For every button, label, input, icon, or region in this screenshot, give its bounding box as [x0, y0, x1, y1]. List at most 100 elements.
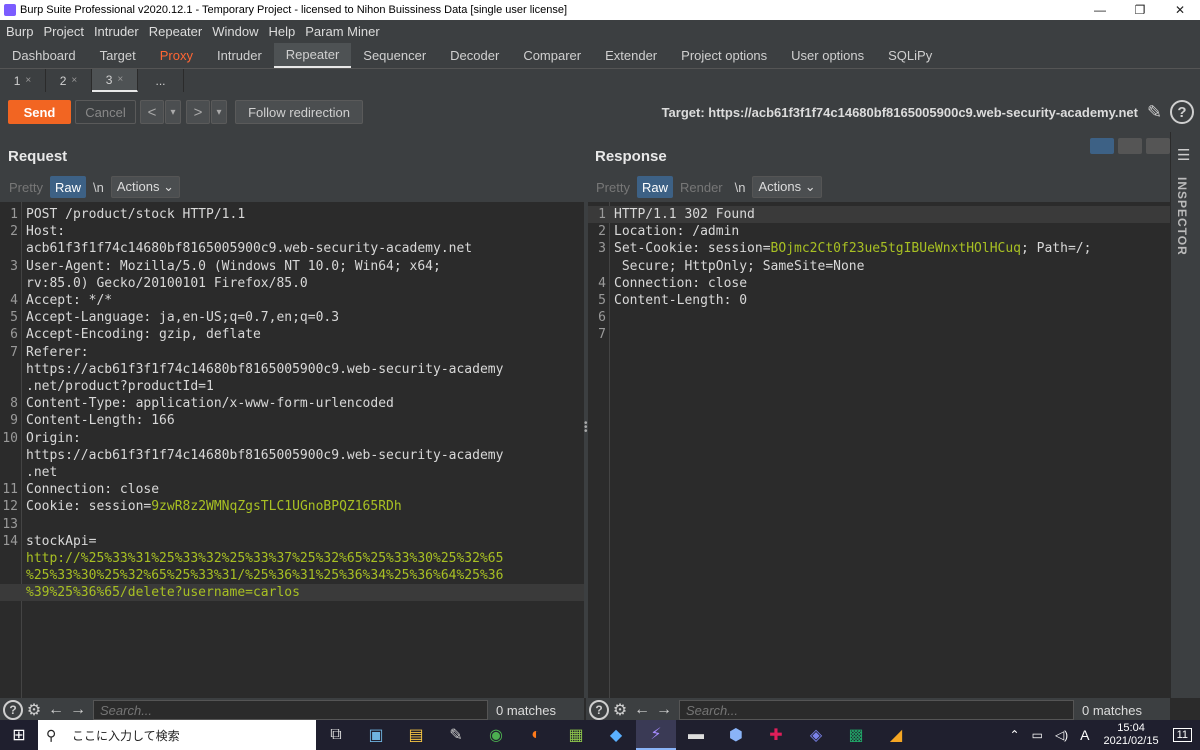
cancel-button[interactable]: Cancel — [75, 100, 136, 124]
line-number: 7 — [10, 344, 18, 360]
request-search-input[interactable] — [93, 700, 488, 720]
menu-repeater[interactable]: Repeater — [149, 24, 202, 39]
tab-dashboard[interactable]: Dashboard — [0, 43, 88, 68]
layout-stacked-icon[interactable] — [1118, 138, 1142, 154]
close-button[interactable]: ✕ — [1160, 0, 1200, 20]
tab-sequencer[interactable]: Sequencer — [351, 43, 438, 68]
request-editor[interactable]: 1 POST /product/stock HTTP/1.1 2 Host: acb61… — [0, 202, 584, 698]
arrow-right-icon[interactable]: → — [653, 699, 675, 721]
tab-project-options[interactable]: Project options — [669, 43, 779, 68]
tab-proxy[interactable]: Proxy — [148, 43, 205, 68]
arrow-right-icon[interactable]: → — [67, 699, 89, 721]
response-line: 3 Set-Cookie: session=BOjmc2Ct0f23ue5tgIB… — [588, 240, 1170, 257]
request-pretty-button[interactable]: Pretty — [4, 176, 48, 198]
line-number: 3 — [598, 241, 606, 257]
firefox-icon[interactable]: ◐ — [516, 720, 556, 750]
gear-icon[interactable]: ⚙ — [609, 699, 631, 721]
forward-button[interactable]: > — [186, 100, 210, 124]
menu-help[interactable]: Help — [268, 24, 295, 39]
request-actions-menu[interactable]: Actions ⌄ — [110, 176, 180, 198]
virtualbox-icon[interactable]: ⬢ — [716, 720, 756, 750]
photos-app-icon[interactable]: ▣ — [356, 720, 396, 750]
response-search-input[interactable] — [679, 700, 1074, 720]
file-explorer-icon[interactable]: ▤ — [396, 720, 436, 750]
line-text: https://acb61f3f1f74c14680bf8165005900c9… — [26, 361, 504, 377]
send-button[interactable]: Send — [8, 100, 71, 124]
response-actions-menu[interactable]: Actions ⌄ — [752, 176, 822, 198]
menu-burp[interactable]: Burp — [6, 24, 33, 39]
response-render-button[interactable]: Render — [675, 176, 728, 198]
app-icon-3[interactable]: ◢ — [876, 720, 916, 750]
help-icon[interactable]: ? — [1170, 100, 1194, 124]
menu-project[interactable]: Project — [43, 24, 83, 39]
slack-icon[interactable]: ✚ — [756, 720, 796, 750]
help-icon[interactable]: ? — [3, 700, 23, 720]
ime-indicator[interactable]: A — [1080, 727, 1089, 743]
arrow-left-icon[interactable]: ← — [631, 699, 653, 721]
back-history-dropdown[interactable]: ▾ — [165, 100, 181, 124]
tab-target[interactable]: Target — [88, 43, 148, 68]
clock[interactable]: 15:04 2021/02/15 — [1104, 722, 1159, 748]
gear-icon[interactable]: ⚙ — [23, 699, 45, 721]
response-newline-button[interactable]: \n — [730, 176, 751, 198]
help-icon[interactable]: ? — [589, 700, 609, 720]
layout-tabs-icon[interactable] — [1146, 138, 1170, 154]
line-number: 3 — [10, 258, 18, 274]
notification-icon[interactable]: 11 — [1172, 728, 1192, 742]
follow-redirection-button[interactable]: Follow redirection — [235, 100, 363, 124]
edit-target-icon[interactable]: ✎ — [1147, 102, 1167, 122]
menu-intruder[interactable]: Intruder — [94, 24, 139, 39]
minimize-button[interactable]: — — [1080, 0, 1120, 20]
response-pretty-button[interactable]: Pretty — [591, 176, 635, 198]
repeater-tab-new[interactable]: ... — [138, 69, 184, 92]
request-line: 3 User-Agent: Mozilla/5.0 (Windows NT 10.… — [0, 258, 584, 275]
tab-close-icon[interactable]: × — [117, 74, 123, 85]
chevron-up-icon[interactable]: ⌃ — [1010, 728, 1020, 742]
chrome-icon[interactable]: ◉ — [476, 720, 516, 750]
inspector-label[interactable]: INSPECTOR — [1175, 177, 1189, 256]
inspector-panel[interactable]: ☰ INSPECTOR — [1170, 132, 1200, 698]
repeater-tab-2[interactable]: 2 × — [46, 69, 92, 92]
line-text: Content-Type: application/x-www-form-url… — [26, 396, 394, 412]
app-icon-2[interactable]: ◆ — [596, 720, 636, 750]
volume-icon[interactable]: ◁) — [1055, 728, 1068, 742]
response-title: Response — [595, 148, 667, 165]
windows-start-icon[interactable]: ⊞ — [0, 720, 38, 750]
terminal-icon[interactable]: ▬ — [676, 720, 716, 750]
tab-decoder[interactable]: Decoder — [438, 43, 511, 68]
taskbar-search[interactable]: ⚲ ここに入力して検索 — [38, 720, 316, 750]
app-icon[interactable]: ✎ — [436, 720, 476, 750]
repeater-tab-1[interactable]: 1 × — [0, 69, 46, 92]
layout-side-by-side-icon[interactable] — [1090, 138, 1114, 154]
maximize-button[interactable]: ❐ — [1120, 0, 1160, 20]
tab-repeater[interactable]: Repeater — [273, 43, 352, 68]
line-text: Accept-Language: ja,en-US;q=0.7,en;q=0.3 — [26, 310, 340, 326]
network-icon[interactable]: ▭ — [1032, 728, 1043, 742]
tab-sqlipy[interactable]: SQLiPy — [876, 43, 944, 68]
menu-window[interactable]: Window — [212, 24, 258, 39]
tab-user-options[interactable]: User options — [779, 43, 876, 68]
line-text: HTTP/1.1 302 Found — [614, 207, 755, 222]
menu-param-miner[interactable]: Param Miner — [305, 24, 379, 39]
repeater-tab-3[interactable]: 3 × — [92, 69, 138, 92]
tab-extender[interactable]: Extender — [593, 43, 669, 68]
hamburger-icon[interactable]: ☰ — [1177, 146, 1195, 164]
line-text: stockApi= — [26, 533, 97, 549]
forward-history-dropdown[interactable]: ▾ — [211, 100, 227, 124]
notepad-icon[interactable]: ▦ — [556, 720, 596, 750]
request-raw-button[interactable]: Raw — [49, 176, 86, 198]
excel-icon[interactable]: ▩ — [836, 720, 876, 750]
line-number: 4 — [10, 293, 18, 308]
tab-close-icon[interactable]: × — [71, 75, 77, 86]
request-newline-button[interactable]: \n — [88, 176, 109, 198]
response-raw-button[interactable]: Raw — [636, 176, 673, 198]
tab-close-icon[interactable]: × — [25, 75, 31, 86]
tab-comparer[interactable]: Comparer — [511, 43, 593, 68]
task-view-icon[interactable]: ⧉ — [316, 720, 356, 750]
burp-suite-taskbar-icon[interactable]: ⚡ — [636, 720, 676, 750]
teams-icon[interactable]: ◈ — [796, 720, 836, 750]
arrow-left-icon[interactable]: ← — [45, 699, 67, 721]
tab-intruder[interactable]: Intruder — [205, 43, 274, 68]
back-button[interactable]: < — [140, 100, 164, 124]
response-editor[interactable]: 1 HTTP/1.1 302 Found 2 Location: /admin 3 Set… — [588, 202, 1170, 698]
